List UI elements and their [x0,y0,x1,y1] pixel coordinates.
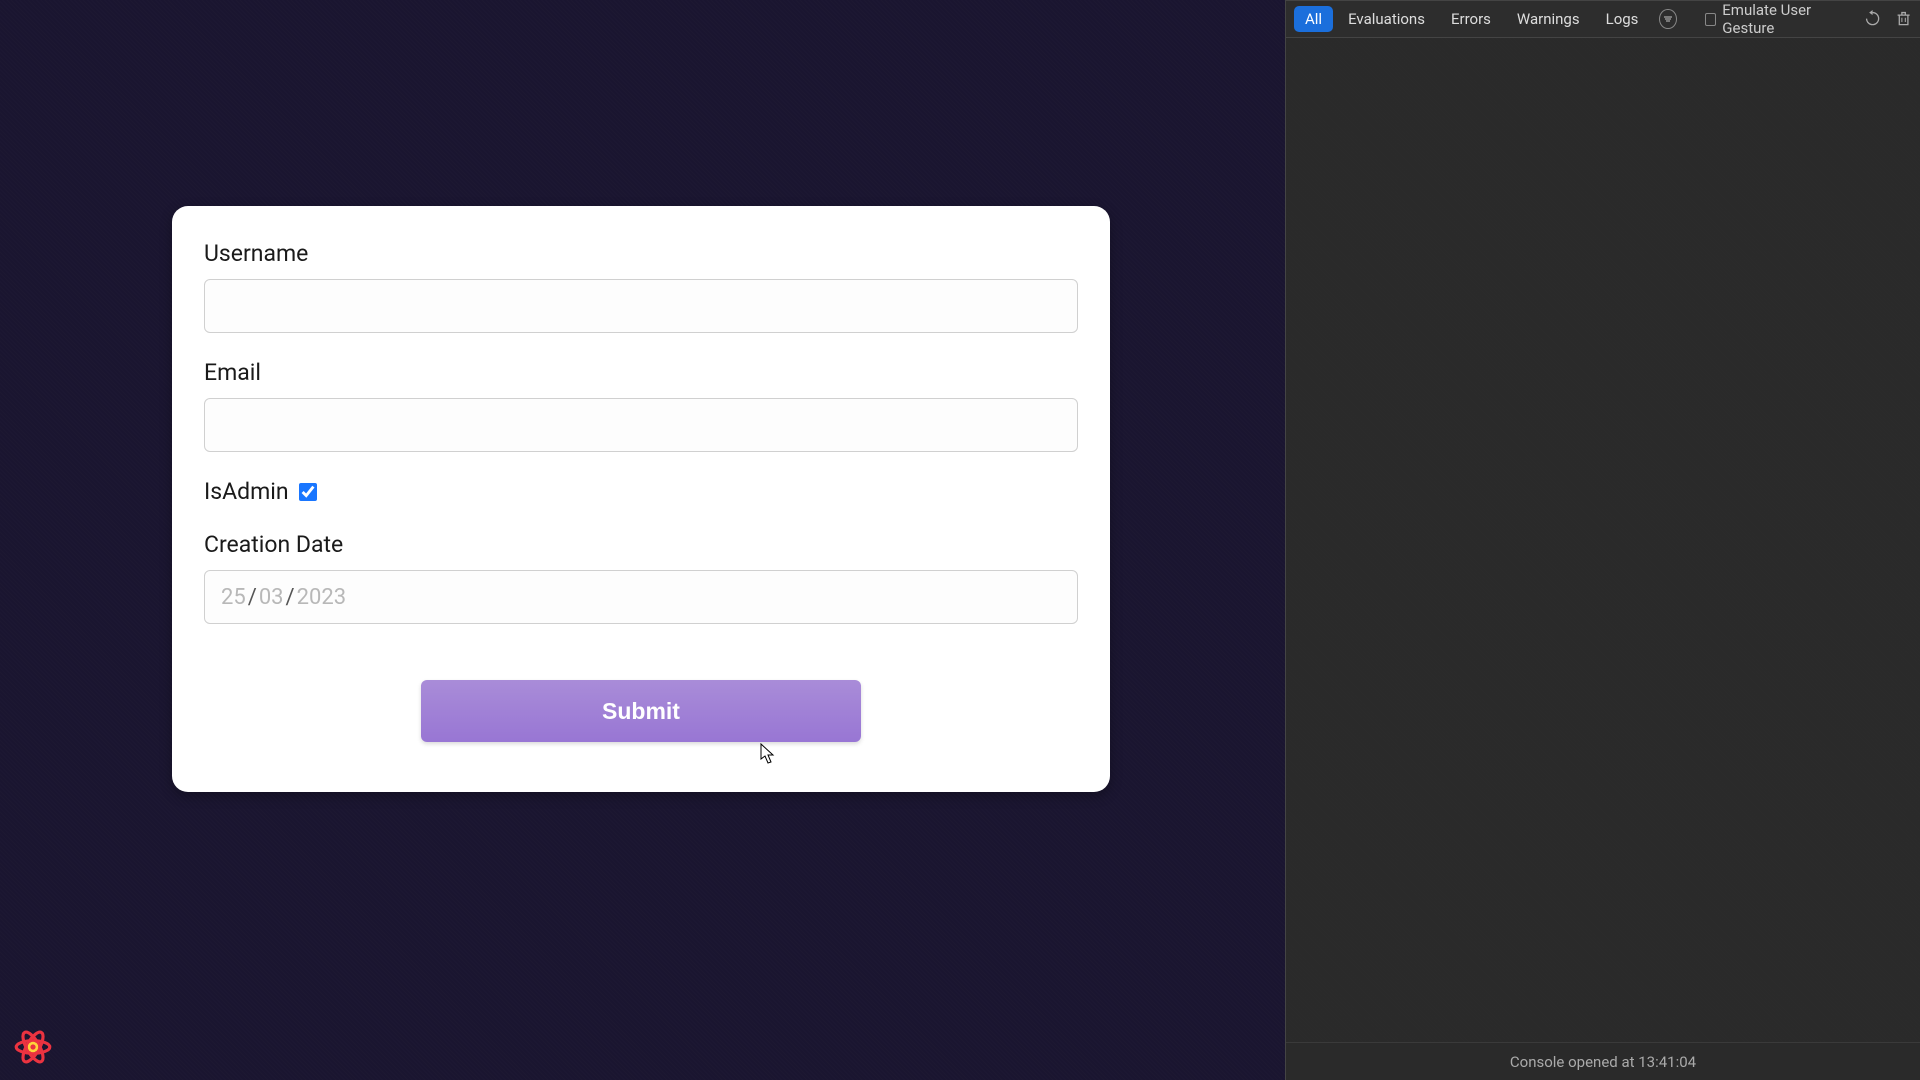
creation-date-group: Creation Date 25 / 03 / 2023 [204,531,1078,624]
creation-date-input[interactable]: 25 / 03 / 2023 [204,570,1078,624]
trash-icon[interactable] [1895,9,1912,29]
emulate-user-gesture-checkbox[interactable] [1705,13,1716,26]
filter-tab-warnings[interactable]: Warnings [1506,6,1591,32]
isadmin-label: IsAdmin [204,478,289,505]
devtools-console-panel: All Evaluations Errors Warnings Logs Emu… [1285,0,1920,1080]
console-output-area[interactable] [1286,38,1920,1042]
settings-icon[interactable] [1659,9,1676,29]
username-label: Username [204,240,1078,267]
isadmin-group: IsAdmin [204,478,1078,505]
console-footer-status: Console opened at 13:41:04 [1286,1042,1920,1080]
reload-icon[interactable] [1864,9,1881,29]
emulate-user-gesture-group: Emulate User Gesture [1705,1,1846,37]
submit-row: Submit [204,680,1078,742]
filter-tab-evaluations[interactable]: Evaluations [1337,6,1436,32]
email-group: Email [204,359,1078,452]
react-query-devtools-icon[interactable] [12,1026,54,1068]
username-group: Username [204,240,1078,333]
email-label: Email [204,359,1078,386]
date-year: 2023 [297,585,346,610]
filter-tab-errors[interactable]: Errors [1440,6,1502,32]
devtools-filter-bar: All Evaluations Errors Warnings Logs Emu… [1286,0,1920,38]
username-input[interactable] [204,279,1078,333]
date-separator: / [286,585,295,610]
creation-date-label: Creation Date [204,531,1078,558]
filter-tab-all[interactable]: All [1294,6,1333,32]
date-separator: / [248,585,257,610]
emulate-user-gesture-label: Emulate User Gesture [1722,1,1845,37]
form-card: Username Email IsAdmin Creation Date 25 … [172,206,1110,792]
isadmin-checkbox[interactable] [299,483,317,501]
submit-button[interactable]: Submit [421,680,861,742]
date-month: 03 [259,585,284,610]
main-content-area: Username Email IsAdmin Creation Date 25 … [0,0,1285,1080]
date-day: 25 [221,585,246,610]
filter-tab-logs[interactable]: Logs [1595,6,1650,32]
email-input[interactable] [204,398,1078,452]
